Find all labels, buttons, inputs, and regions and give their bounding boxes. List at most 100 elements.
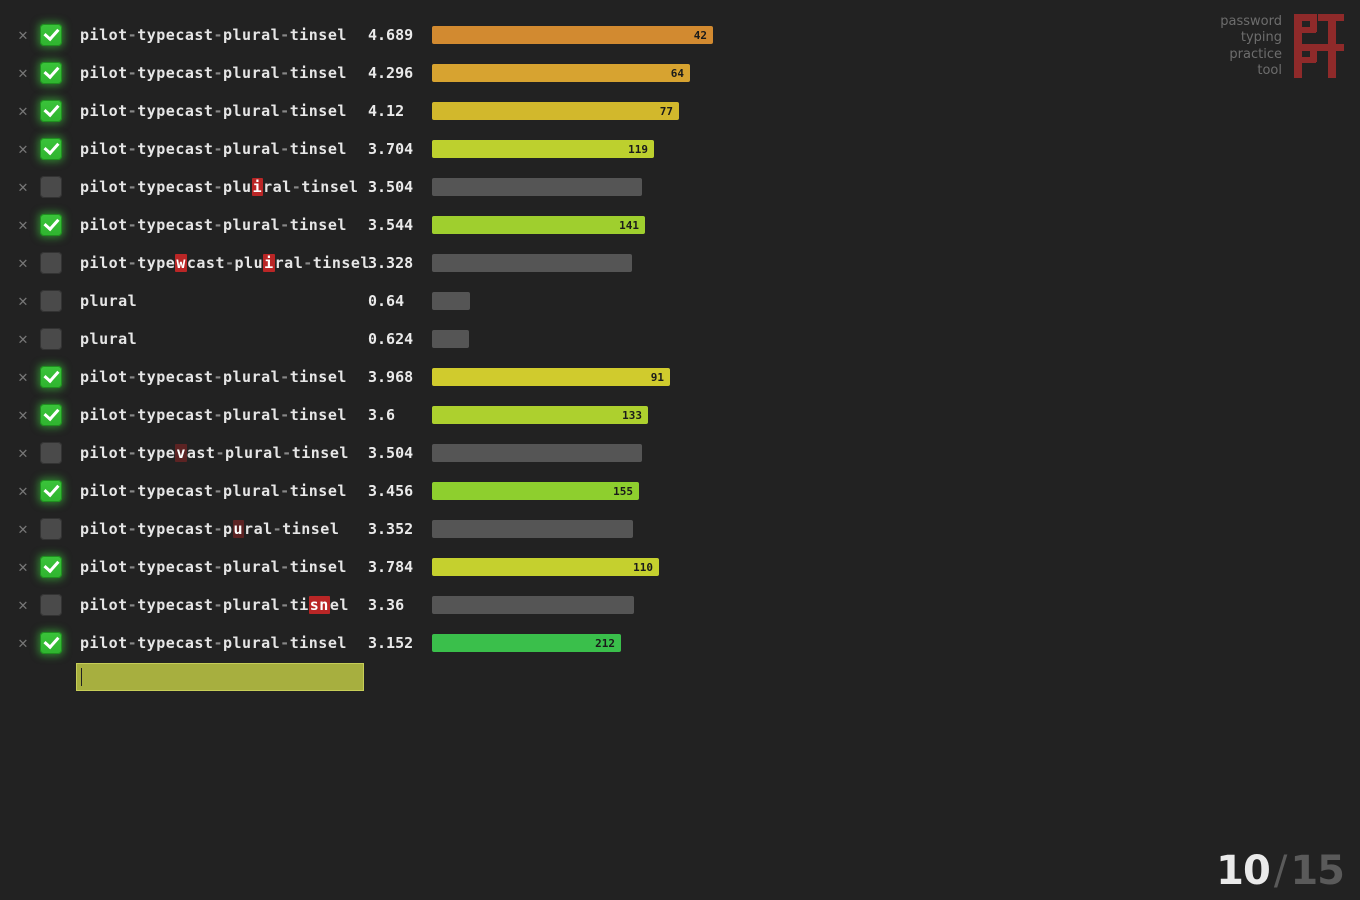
attempt-time: 3.456 [368, 482, 428, 500]
speed-value: 141 [619, 216, 639, 234]
brand-block: password typing practice tool [1220, 14, 1344, 80]
attempt-row: ✕pilot-typecast-plural-tinsel3.544141 [14, 206, 713, 244]
attempt-time: 3.704 [368, 140, 428, 158]
attempt-row: ✕ pilot-typecast-plural-tinsel4.12 77 [14, 92, 713, 130]
attempt-row: ✕pilot-typecast-pural-tinsel3.352 [14, 510, 713, 548]
brand-word-3: practice [1229, 47, 1282, 63]
speed-value: 119 [628, 140, 648, 158]
score-total: 15 [1290, 848, 1344, 894]
attempt-time: 4.296 [368, 64, 428, 82]
speed-bar: 91 [432, 368, 670, 386]
brand-word-2: typing [1241, 30, 1282, 46]
attempt-time: 3.352 [368, 520, 428, 538]
delete-attempt-icon[interactable]: ✕ [14, 558, 32, 576]
correct-checkbox-icon [40, 632, 62, 654]
speed-bar: 42 [432, 26, 713, 44]
attempt-row: ✕pilot-typecast-pluiral-tinsel3.504 [14, 168, 713, 206]
score-separator: / [1270, 848, 1290, 894]
duration-bar [432, 254, 632, 272]
speed-value: 91 [651, 368, 664, 386]
delete-attempt-icon[interactable]: ✕ [14, 596, 32, 614]
typed-text: pilot-typecast-plural-tisnel [80, 596, 368, 614]
typed-text: plural [80, 292, 368, 310]
input-row [76, 662, 713, 692]
incorrect-checkbox-icon [40, 290, 62, 312]
attempt-time: 3.328 [368, 254, 428, 272]
typed-text: pilot-typevast-plural-tinsel [80, 444, 368, 462]
score-correct: 10 [1216, 848, 1270, 894]
score-display: 10/15 [1216, 848, 1344, 894]
delete-attempt-icon[interactable]: ✕ [14, 330, 32, 348]
typed-text: pilot-typecast-plural-tinsel [80, 406, 368, 424]
speed-value: 133 [622, 406, 642, 424]
ptpt-logo-icon [1292, 14, 1344, 80]
typed-text: pilot-typecast-plural-tinsel [80, 64, 368, 82]
incorrect-checkbox-icon [40, 594, 62, 616]
typed-text: pilot-typecast-plural-tinsel [80, 102, 368, 120]
attempt-time: 0.624 [368, 330, 428, 348]
password-input[interactable] [76, 663, 364, 691]
correct-checkbox-icon [40, 138, 62, 160]
duration-bar [432, 596, 634, 614]
attempt-row: ✕ plural0.64 [14, 282, 713, 320]
incorrect-checkbox-icon [40, 328, 62, 350]
typed-text: pilot-typewcast-pluiral-tinsel [80, 254, 368, 272]
attempt-time: 3.968 [368, 368, 428, 386]
correct-checkbox-icon [40, 214, 62, 236]
attempt-time: 3.152 [368, 634, 428, 652]
attempt-time: 0.64 [368, 292, 428, 310]
incorrect-checkbox-icon [40, 252, 62, 274]
speed-bar: 155 [432, 482, 639, 500]
correct-checkbox-icon [40, 62, 62, 84]
speed-bar: 64 [432, 64, 690, 82]
duration-bar [432, 178, 642, 196]
speed-bar: 212 [432, 634, 621, 652]
attempt-time: 4.689 [368, 26, 428, 44]
delete-attempt-icon[interactable]: ✕ [14, 254, 32, 272]
speed-bar: 133 [432, 406, 648, 424]
speed-value: 42 [694, 26, 707, 44]
typed-text: pilot-typecast-plural-tinsel [80, 558, 368, 576]
correct-checkbox-icon [40, 100, 62, 122]
delete-attempt-icon[interactable]: ✕ [14, 102, 32, 120]
delete-attempt-icon[interactable]: ✕ [14, 368, 32, 386]
speed-value: 110 [633, 558, 653, 576]
delete-attempt-icon[interactable]: ✕ [14, 444, 32, 462]
speed-value: 155 [613, 482, 633, 500]
delete-attempt-icon[interactable]: ✕ [14, 482, 32, 500]
incorrect-checkbox-icon [40, 176, 62, 198]
delete-attempt-icon[interactable]: ✕ [14, 634, 32, 652]
speed-bar: 141 [432, 216, 645, 234]
speed-bar: 110 [432, 558, 659, 576]
typed-text: pilot-typecast-plural-tinsel [80, 140, 368, 158]
duration-bar [432, 330, 469, 348]
delete-attempt-icon[interactable]: ✕ [14, 178, 32, 196]
delete-attempt-icon[interactable]: ✕ [14, 64, 32, 82]
brand-word-1: password [1220, 14, 1282, 30]
delete-attempt-icon[interactable]: ✕ [14, 292, 32, 310]
correct-checkbox-icon [40, 366, 62, 388]
delete-attempt-icon[interactable]: ✕ [14, 216, 32, 234]
attempt-time: 3.504 [368, 444, 428, 462]
correct-checkbox-icon [40, 404, 62, 426]
attempt-row: ✕ pilot-typecast-plural-tinsel3.704 119 [14, 130, 713, 168]
speed-value: 77 [660, 102, 673, 120]
typed-text: pilot-typecast-plural-tinsel [80, 368, 368, 386]
attempt-time: 4.12 [368, 102, 428, 120]
delete-attempt-icon[interactable]: ✕ [14, 140, 32, 158]
duration-bar [432, 292, 470, 310]
speed-value: 64 [671, 64, 684, 82]
duration-bar [432, 520, 633, 538]
speed-bar: 119 [432, 140, 654, 158]
attempt-row: ✕ pilot-typecast-plural-tinsel4.689 42 [14, 16, 713, 54]
attempt-row: ✕ pilot-typevast-plural-tinsel3.504 [14, 434, 713, 472]
attempt-row: ✕ pilot-typewcast-pluiral-tinsel3.328 [14, 244, 713, 282]
delete-attempt-icon[interactable]: ✕ [14, 520, 32, 538]
typed-text: pilot-typecast-plural-tinsel [80, 26, 368, 44]
attempt-time: 3.6 [368, 406, 428, 424]
attempt-row: ✕pilot-typecast-plural-tisnel3.36 [14, 586, 713, 624]
delete-attempt-icon[interactable]: ✕ [14, 26, 32, 44]
typed-text: pilot-typecast-plural-tinsel [80, 482, 368, 500]
typed-text: pilot-typecast-plural-tinsel [80, 634, 368, 652]
delete-attempt-icon[interactable]: ✕ [14, 406, 32, 424]
